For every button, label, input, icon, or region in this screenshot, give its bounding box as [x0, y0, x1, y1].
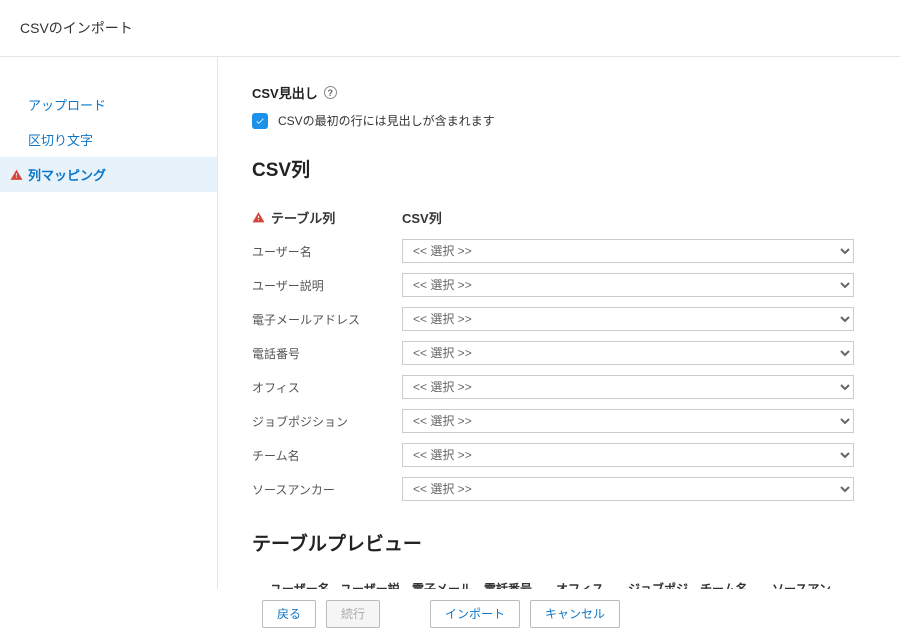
- map-row-office: オフィス << 選択 >>: [252, 375, 866, 399]
- sidebar-item-upload[interactable]: アップロード: [0, 87, 217, 122]
- import-button[interactable]: インポート: [430, 600, 520, 628]
- table-column-header-text: テーブル列: [271, 208, 335, 227]
- map-select-phone[interactable]: << 選択 >>: [402, 341, 854, 365]
- page-title: CSVのインポート: [0, 0, 900, 57]
- map-select-source-anchor[interactable]: << 選択 >>: [402, 477, 854, 501]
- help-icon[interactable]: ?: [324, 86, 337, 99]
- map-row-source-anchor: ソースアンカー << 選択 >>: [252, 477, 866, 501]
- map-row-user-description: ユーザー説明 << 選択 >>: [252, 273, 866, 297]
- map-select-office[interactable]: << 選択 >>: [402, 375, 854, 399]
- map-label: オフィス: [252, 379, 402, 396]
- first-row-header-option[interactable]: CSVの最初の行には見出しが含まれます: [252, 112, 866, 129]
- mapping-rows: ユーザー名 << 選択 >> ユーザー説明 << 選択 >> 電子メールアドレス…: [252, 239, 866, 501]
- map-row-username: ユーザー名 << 選択 >>: [252, 239, 866, 263]
- map-select-username[interactable]: << 選択 >>: [402, 239, 854, 263]
- map-select-job-position[interactable]: << 選択 >>: [402, 409, 854, 433]
- map-label: 電子メールアドレス: [252, 311, 402, 328]
- page-title-text: CSVのインポート: [20, 20, 133, 36]
- main-content[interactable]: CSV見出し ? CSVの最初の行には見出しが含まれます CSV列 テーブル列 …: [218, 57, 900, 590]
- map-row-email: 電子メールアドレス << 選択 >>: [252, 307, 866, 331]
- mapping-header: テーブル列 CSV列: [252, 208, 866, 227]
- sidebar-item-delimiter[interactable]: 区切り文字: [0, 122, 217, 157]
- sidebar-item-column-mapping[interactable]: 列マッピング: [0, 157, 217, 192]
- map-select-email[interactable]: << 選択 >>: [402, 307, 854, 331]
- map-label: ユーザー説明: [252, 277, 402, 294]
- warning-icon: [252, 211, 265, 224]
- sidebar-item-label: アップロード: [28, 95, 106, 114]
- map-select-user-description[interactable]: << 選択 >>: [402, 273, 854, 297]
- map-label: ユーザー名: [252, 243, 402, 260]
- csv-heading-label: CSV見出し ?: [252, 83, 866, 102]
- sidebar-item-label: 区切り文字: [28, 130, 93, 149]
- cancel-button[interactable]: キャンセル: [530, 600, 620, 628]
- sidebar-item-label: 列マッピング: [28, 165, 106, 184]
- warning-icon: [10, 168, 23, 181]
- map-label: チーム名: [252, 447, 402, 464]
- csv-column-header: CSV列: [402, 208, 442, 227]
- checkbox-label: CSVの最初の行には見出しが含まれます: [278, 112, 495, 129]
- map-row-phone: 電話番号 << 選択 >>: [252, 341, 866, 365]
- map-label: ソースアンカー: [252, 481, 402, 498]
- map-select-team-name[interactable]: << 選択 >>: [402, 443, 854, 467]
- csv-heading-text: CSV見出し: [252, 83, 318, 102]
- map-row-team-name: チーム名 << 選択 >>: [252, 443, 866, 467]
- body: アップロード 区切り文字 列マッピング CSV見出し ? CSVの最初の行には見…: [0, 57, 900, 590]
- back-button[interactable]: 戻る: [262, 600, 316, 628]
- map-row-job-position: ジョブポジション << 選択 >>: [252, 409, 866, 433]
- wizard-sidebar: アップロード 区切り文字 列マッピング: [0, 57, 218, 590]
- csv-columns-title: CSV列: [252, 155, 866, 182]
- map-label: ジョブポジション: [252, 413, 402, 430]
- map-label: 電話番号: [252, 345, 402, 362]
- checkbox-icon[interactable]: [252, 113, 268, 129]
- footer-right-group: インポート キャンセル: [430, 600, 620, 628]
- continue-button: 続行: [326, 600, 380, 628]
- wizard-footer: 戻る 続行 インポート キャンセル: [0, 589, 886, 637]
- table-column-header: テーブル列: [252, 208, 402, 227]
- table-preview-title: テーブルプレビュー: [252, 529, 866, 556]
